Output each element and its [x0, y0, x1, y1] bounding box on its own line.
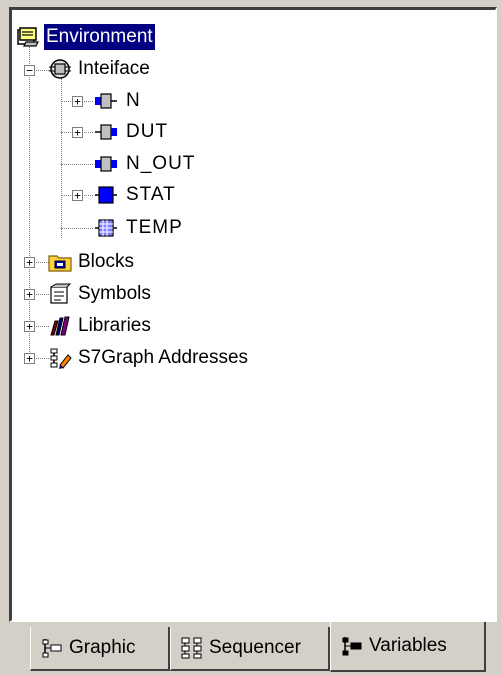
param-out-icon — [95, 124, 117, 140]
tree-item-label: Blocks — [78, 251, 134, 272]
tree-item-label: Libraries — [78, 315, 151, 336]
tree-item-libraries[interactable]: Libraries — [48, 313, 248, 341]
tree-item-label: TEMP — [126, 217, 183, 238]
tree-item-environment[interactable]: Environment — [16, 23, 216, 52]
expand-toggle[interactable]: + — [72, 127, 83, 138]
environment-icon — [17, 27, 39, 47]
tab-graphic[interactable]: Graphic — [30, 627, 170, 671]
environment-tree: Environment − Inteiface + N + DUT N_OUT … — [12, 10, 495, 620]
tree-item-label: STAT — [126, 184, 176, 205]
tree-line — [61, 228, 93, 229]
tree-line — [61, 164, 93, 165]
tree-line — [61, 78, 62, 238]
tab-label: Sequencer — [209, 637, 301, 658]
param-stat-icon — [95, 186, 117, 204]
param-in-icon — [95, 93, 117, 109]
variables-tab-icon — [342, 637, 362, 656]
param-temp-icon — [95, 219, 117, 237]
view-tabs: Graphic Sequencer Variables — [0, 622, 501, 675]
tab-label: Variables — [369, 635, 447, 656]
collapse-toggle[interactable]: − — [24, 65, 35, 76]
tree-item-label: Symbols — [78, 283, 151, 304]
tree-item-stat[interactable]: STAT — [94, 182, 294, 210]
symbols-icon — [50, 283, 72, 304]
sequencer-tab-icon — [181, 637, 202, 659]
libraries-icon — [50, 316, 70, 336]
tree-item-symbols[interactable]: Symbols — [48, 281, 248, 309]
variables-panel: Environment − Inteiface + N + DUT N_OUT … — [9, 7, 497, 622]
tree-item-label: S7Graph Addresses — [78, 347, 249, 368]
blocks-folder-icon — [48, 255, 72, 272]
expand-toggle[interactable]: + — [72, 96, 83, 107]
tree-item-in[interactable]: N — [94, 88, 294, 116]
tree-item-temp[interactable]: TEMP — [94, 215, 294, 243]
graphic-tab-icon — [42, 639, 62, 658]
tree-item-label: Inteiface — [78, 58, 150, 79]
tree-item-inout[interactable]: N_OUT — [94, 151, 294, 179]
tree-item-label: Environment — [43, 23, 156, 51]
s7graph-addresses-icon — [50, 348, 72, 369]
tab-label: Graphic — [69, 637, 136, 658]
tab-variables[interactable]: Variables — [330, 622, 486, 672]
tab-sequencer[interactable]: Sequencer — [170, 627, 330, 671]
expand-toggle[interactable]: + — [24, 257, 35, 268]
tree-line — [29, 40, 30, 362]
tree-item-s7graph-addresses[interactable]: S7Graph Addresses — [48, 345, 348, 373]
tree-item-blocks[interactable]: Blocks — [48, 249, 248, 277]
tree-item-label: N — [126, 90, 141, 111]
tree-item-out[interactable]: DUT — [94, 119, 294, 147]
expand-toggle[interactable]: + — [24, 289, 35, 300]
expand-toggle[interactable]: + — [24, 321, 35, 332]
interface-icon — [49, 59, 71, 79]
tree-item-label: N_OUT — [126, 153, 196, 174]
expand-toggle[interactable]: + — [72, 190, 83, 201]
tree-item-interface[interactable]: Inteiface — [48, 56, 248, 84]
tree-item-label: DUT — [126, 121, 169, 142]
param-inout-icon — [95, 156, 117, 172]
expand-toggle[interactable]: + — [24, 353, 35, 364]
